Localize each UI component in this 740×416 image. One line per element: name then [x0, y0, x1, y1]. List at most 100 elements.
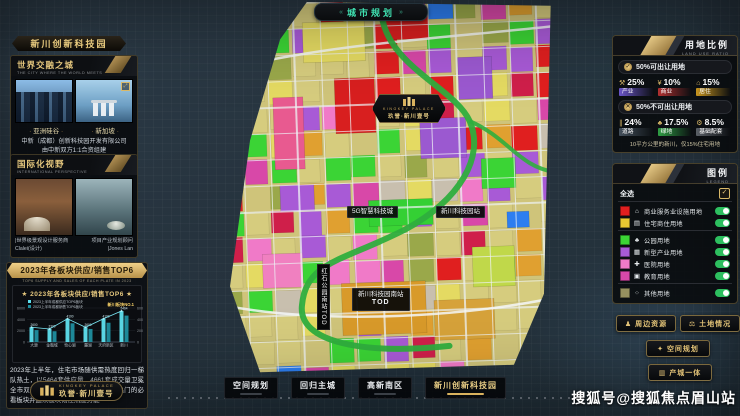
photo-industry-planning [75, 178, 133, 236]
legend-item-商业服务业设施用地[interactable]: ⌂ 商业服务业设施用地 [620, 206, 730, 216]
land-use-stat-绿地: ♣ 17.5% 绿地 [658, 117, 693, 136]
legend-label: 新型产业用地 [644, 248, 712, 257]
绿地-icon: ♣ [658, 120, 663, 127]
land-use-footnote: 10平方公里的新川，仅15%住宅用地 [618, 140, 732, 148]
map-tool-button-产城一体[interactable]: ▥产城一体 [648, 364, 712, 381]
道路-icon: ∥ [619, 119, 623, 127]
toggle-switch[interactable] [715, 260, 730, 268]
project-name-cn: 玖誉·新川壹号 [59, 389, 114, 398]
color-swatch [620, 259, 630, 269]
color-swatch [620, 218, 630, 228]
bar-chart: 002000200040004000600060002600大源2300金融城4… [15, 298, 143, 356]
toggle-switch[interactable] [715, 236, 730, 244]
svg-text:大源: 大源 [30, 343, 38, 348]
land-use-stat-基础配套: ⚙ 8.5% 基础配套 [696, 117, 731, 136]
photo-asia-silicon-valley [15, 79, 73, 123]
color-swatch [620, 235, 630, 245]
legend-subtitle: LEGEND [707, 179, 729, 184]
screen: « 城市规划 » 5G智慧科技城 新川科技园站 新川科技园南站 TOD 红石公园… [0, 0, 740, 416]
map-tool-button-周边资源[interactable]: ♟周边资源 [616, 315, 676, 332]
pill-left-decoration-icon: « [339, 9, 343, 16]
map-label-5g-smart-city: 5G智慧科技城 [347, 206, 398, 218]
svg-text:6000: 6000 [17, 307, 25, 311]
button-icon: ⚖ [689, 320, 696, 328]
bottom-tab-高新南区[interactable]: 高新南区 [358, 377, 412, 399]
zoning-map[interactable] [220, 2, 554, 376]
legend-title: 图例 [707, 166, 729, 179]
color-swatch [620, 271, 630, 281]
legend-header: 图例 LEGEND [613, 164, 737, 184]
svg-text:金融城: 金融城 [46, 343, 58, 348]
card1-body: 中新（成都）创新科技园开发有限公司 由中新双方1:1合资组建 [15, 137, 133, 156]
bottom-tab-新川创新科技园[interactable]: 新川创新科技园 [425, 377, 506, 399]
map-tool-button-空间规划[interactable]: ✦空间规划 [646, 340, 710, 357]
legend-item-住宅商住用地[interactable]: ▤ 住宅商住用地 [620, 218, 730, 228]
legend-item-新型产业用地[interactable]: ▦ 新型产业用地 [620, 247, 730, 257]
park-title-banner: 新川创新科技园 [12, 36, 126, 51]
land-use-section-header-0: ✓50%可出让用地 [618, 60, 732, 74]
svg-text:天府新区: 天府新区 [98, 343, 113, 348]
photo-singapore: ⤢ [75, 79, 133, 123]
toggle-switch[interactable] [715, 289, 730, 297]
land-use-stat-道路: ∥ 24% 道路 [619, 117, 654, 136]
card2-title: 国际化视野 [17, 158, 131, 170]
caption-jll: 项目产业规划顾问|Jones Lan [75, 238, 133, 253]
bottom-tab-bar: 空间规划回归主城高新南区新川创新科技园 [224, 377, 506, 399]
svg-text:怡心湖: 怡心湖 [64, 343, 76, 348]
svg-text:2023上半年成都销售TOP6板块: 2023上半年成都销售TOP6板块 [33, 304, 83, 309]
button-label: 土地情况 [699, 319, 731, 329]
towers-icon [39, 385, 55, 396]
legend-glyph-icon: ▦ [633, 248, 641, 256]
check-icon: ✓ [624, 63, 632, 71]
toggle-switch[interactable] [715, 207, 730, 215]
legend-label: 教育用地 [644, 272, 712, 281]
button-label: 产城一体 [669, 368, 701, 378]
svg-text:4000: 4000 [137, 318, 143, 322]
city-planning-label: 城市规划 [347, 6, 395, 19]
select-all-checkbox[interactable]: ✓ [719, 188, 730, 199]
expand-icon[interactable]: ⤢ [121, 82, 130, 91]
land-use-stat-产业: ⚒ 25% 产业 [619, 77, 654, 96]
land-use-section-header-1: ✕50%不可出让用地 [618, 100, 732, 114]
legend-item-教育用地[interactable]: ▣ 教育用地 [620, 271, 730, 281]
button-icon: ✦ [657, 345, 664, 353]
land-use-header: 用地比例 LAND USE RATIO [613, 36, 737, 56]
city-planning-pill[interactable]: « 城市规划 » [314, 3, 428, 21]
card1-photos: ⤢ [15, 79, 133, 123]
svg-text:2023上半年成都供应TOP6板块: 2023上半年成都供应TOP6板块 [33, 299, 83, 304]
card2-photos [15, 178, 133, 236]
button-icon: ♟ [625, 320, 632, 328]
bottom-tab-回归主城[interactable]: 回归主城 [291, 377, 345, 399]
project-name-en: KINGKEY PALACE [383, 107, 435, 111]
land-use-stat-居住: ⌂ 15% 居住 [696, 77, 731, 96]
toggle-switch[interactable] [715, 248, 730, 256]
map-tool-button-土地情况[interactable]: ⚖土地情况 [680, 315, 740, 332]
基础配套-icon: ⚙ [696, 119, 702, 127]
card3-subtitle: TOP6 SUPPLY AND SALES OF EACH PLATE IN 2… [7, 279, 147, 283]
pill-right-decoration-icon: » [399, 9, 403, 16]
legend-item-公园用地[interactable]: ♣ 公园用地 [620, 235, 730, 245]
legend-glyph-icon: ▣ [633, 272, 641, 280]
toggle-switch[interactable] [715, 219, 730, 227]
map-label-tod: 新川科技园南站 TOD [352, 288, 410, 311]
card2-subtitle: INTERNATIONAL PERSPECTIVE [17, 170, 131, 174]
svg-text:6000: 6000 [137, 307, 143, 311]
svg-text:新川板块NO.1: 新川板块NO.1 [107, 301, 134, 308]
legend-label: 公园用地 [644, 236, 712, 245]
color-swatch [620, 206, 630, 216]
legend-label: 医院用地 [644, 260, 712, 269]
cross-icon: ✕ [624, 103, 632, 111]
bottom-tab-空间规划[interactable]: 空间规划 [224, 377, 278, 399]
legend-panel: 图例 LEGEND 全选 ✓ ⌂ 商业服务业设施用地 ▤ 住宅商住用地 ♣ 公园… [612, 163, 738, 304]
toggle-switch[interactable] [715, 272, 730, 280]
svg-text:4000: 4000 [17, 318, 25, 322]
map-label-station: 新川科技园站 [436, 206, 485, 218]
tod-tag: TOD [358, 299, 404, 308]
legend-item-医院用地[interactable]: ✚ 医院用地 [620, 259, 730, 269]
tag-singapore: · 新加坡 · [91, 125, 118, 135]
居住-icon: ⌂ [696, 80, 700, 87]
towers-icon [402, 97, 416, 106]
legend-item-其他用地[interactable]: ⁘ 其他用地 [620, 288, 730, 298]
top6-chart: ★ 2023年各板块供应/销售TOP6 ★ 002000200040004000… [12, 285, 142, 363]
button-label: 周边资源 [635, 319, 667, 329]
